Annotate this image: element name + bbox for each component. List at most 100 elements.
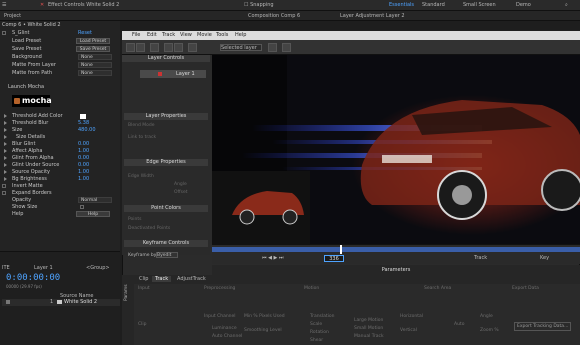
eye-icon[interactable] xyxy=(6,300,10,304)
launch-mocha-label[interactable]: Launch Mocha xyxy=(8,84,44,90)
snapping-checkbox[interactable]: ☐ Snapping xyxy=(244,2,274,8)
param-value[interactable]: 0.00 xyxy=(78,155,89,161)
menu-track[interactable]: Track xyxy=(162,32,175,38)
menu-movie[interactable]: Movie xyxy=(197,32,212,38)
tab-track[interactable]: Track xyxy=(152,276,172,282)
manual-track-option[interactable]: Manual Track xyxy=(354,334,384,339)
checkbox-icon[interactable] xyxy=(2,191,6,195)
help-button[interactable]: Help xyxy=(76,211,110,217)
tab-clip[interactable]: Clip xyxy=(136,276,151,282)
rotation-checkbox[interactable]: Rotation xyxy=(310,330,329,335)
select-tool-icon[interactable] xyxy=(126,43,135,52)
menu-help[interactable]: Help xyxy=(235,32,246,38)
effect-controls-tab[interactable]: Effect Controls White Solid 2 xyxy=(48,2,119,8)
tab-project[interactable]: Project xyxy=(4,13,21,19)
auto-checkbox[interactable]: Auto xyxy=(454,322,464,327)
link-track-label: Link to track xyxy=(128,135,157,140)
selected-layer-dropdown[interactable]: Selected layer xyxy=(220,44,262,51)
expand-icon[interactable] xyxy=(4,121,7,125)
opacity-dropdown[interactable]: Normal xyxy=(78,197,112,203)
load-preset-button[interactable]: Load Preset xyxy=(76,38,110,44)
layer-color-icon xyxy=(158,72,162,76)
viewer[interactable] xyxy=(212,55,580,244)
tab-composition[interactable]: Composition Comp 6 xyxy=(248,13,300,19)
group-label: <Group> xyxy=(86,265,110,271)
comp-layer-label: Comp 6 • White Solid 2 xyxy=(2,22,61,28)
play-controls[interactable]: ⏮ ◀ ▶ ⏭ xyxy=(262,255,283,261)
expand-icon[interactable] xyxy=(4,156,7,160)
luminance-option[interactable]: Luminance xyxy=(212,326,237,331)
tab-adjusttrack[interactable]: AdjustTrack xyxy=(174,276,209,282)
horizontal-label: Horizontal xyxy=(400,314,423,319)
timecode[interactable]: 0:00:00:00 xyxy=(6,273,60,283)
mocha-logo[interactable]: mocha xyxy=(12,95,52,107)
reset-link[interactable]: Reset xyxy=(78,30,92,36)
export-tracking-data-button[interactable]: Export Tracking Data... xyxy=(514,322,572,331)
param-value[interactable]: 0.00 xyxy=(78,141,89,147)
expand-icon[interactable] xyxy=(4,170,7,174)
layer-name[interactable]: White Solid 2 xyxy=(64,299,97,305)
expand-icon[interactable] xyxy=(4,114,7,118)
expand-icon[interactable] xyxy=(4,177,7,181)
auto-channel-option[interactable]: Auto Channel xyxy=(212,334,242,339)
scale-checkbox[interactable]: Scale xyxy=(310,322,322,327)
playhead[interactable] xyxy=(340,245,342,254)
param-value[interactable]: 1.00 xyxy=(78,176,89,182)
save-preset-button[interactable]: Save Preset xyxy=(76,46,110,52)
workspace-demo[interactable]: Demo xyxy=(516,2,531,8)
tab-layer[interactable]: Layer Adjustment Layer 2 xyxy=(340,13,405,19)
param-label: Source Opacity xyxy=(12,169,50,175)
large-motion-option[interactable]: Large Motion xyxy=(354,318,383,323)
matte-layer-dropdown[interactable]: None xyxy=(78,62,112,68)
color-swatch[interactable] xyxy=(80,114,86,119)
angle-label: Angle xyxy=(480,314,493,319)
close-icon[interactable]: ✕ xyxy=(40,2,44,8)
checkbox-icon[interactable] xyxy=(80,205,84,209)
params-side-tab[interactable]: Params xyxy=(122,275,134,345)
keyframe-by-dropdown[interactable]: Byedit xyxy=(156,252,178,258)
layer-color-swatch xyxy=(57,300,62,304)
hand-tool-icon[interactable] xyxy=(136,43,145,52)
menu-edit[interactable]: Edit xyxy=(147,32,157,38)
param-value[interactable]: 1.00 xyxy=(78,169,89,175)
param-value[interactable]: 1.00 xyxy=(78,148,89,154)
expand-icon[interactable] xyxy=(4,135,7,139)
view-tool-icon[interactable] xyxy=(268,43,277,52)
small-motion-option[interactable]: Small Motion xyxy=(354,326,383,331)
param-value[interactable]: 0.00 xyxy=(78,162,89,168)
background-dropdown[interactable]: None xyxy=(78,54,112,60)
frame-field[interactable]: 336 xyxy=(324,255,344,262)
checkbox-icon[interactable] xyxy=(2,184,6,188)
workspace-standard[interactable]: Standard xyxy=(422,2,445,8)
param-label: Blur Glint xyxy=(12,141,36,147)
search-icon[interactable]: ⌕ xyxy=(565,2,568,8)
point-colors-header: Point Colors xyxy=(124,205,208,212)
layer-row[interactable]: 1 White Solid 2 xyxy=(2,299,120,306)
top-bar: ☰ ✕ Effect Controls White Solid 2 ☐ Snap… xyxy=(0,0,580,11)
shear-checkbox[interactable]: Shear xyxy=(310,338,323,343)
menu-tools[interactable]: Tools xyxy=(216,32,228,38)
home-icon[interactable]: ☰ xyxy=(2,2,6,8)
layer-list-item[interactable]: Layer 1 xyxy=(140,70,206,78)
timeline-track[interactable] xyxy=(212,247,580,252)
transform-tool-icon[interactable] xyxy=(188,43,197,52)
menu-view[interactable]: View xyxy=(180,32,192,38)
param-value[interactable]: 480.00 xyxy=(78,127,96,133)
smoothing-label: Smoothing Level xyxy=(244,328,282,333)
workspace-small-screen[interactable]: Small Screen xyxy=(463,2,496,8)
param-value[interactable]: 5.38 xyxy=(78,120,89,126)
workspace-essentials[interactable]: Essentials xyxy=(389,2,414,8)
effect-toggle-icon[interactable] xyxy=(2,31,6,35)
expand-icon[interactable] xyxy=(4,163,7,167)
expand-icon[interactable] xyxy=(4,142,7,146)
spline-tool-icon[interactable] xyxy=(174,43,183,52)
expand-icon[interactable] xyxy=(4,149,7,153)
zoom-tool-icon[interactable] xyxy=(150,43,159,52)
matte-layer-label: Matte From Layer xyxy=(12,62,56,68)
translation-checkbox[interactable]: Translation xyxy=(310,314,335,319)
expand-icon[interactable] xyxy=(4,128,7,132)
matte-path-dropdown[interactable]: None xyxy=(78,70,112,76)
menu-file[interactable]: File xyxy=(132,32,140,38)
overlay-tool-icon[interactable] xyxy=(282,43,291,52)
pen-tool-icon[interactable] xyxy=(164,43,173,52)
